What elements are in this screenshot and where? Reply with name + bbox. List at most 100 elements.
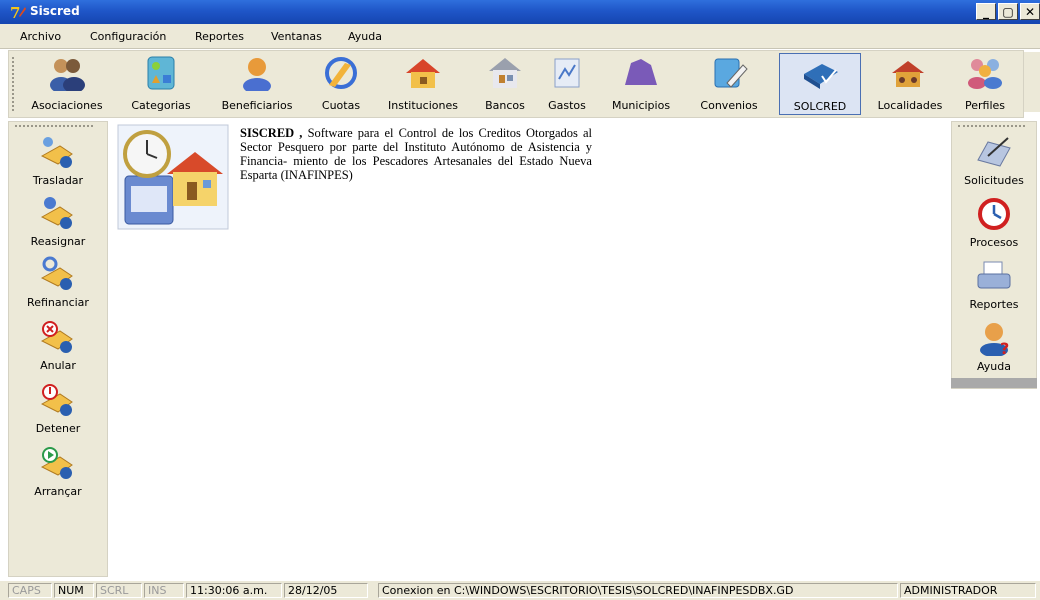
map-icon <box>625 59 657 85</box>
panel-label: Reportes <box>969 298 1019 311</box>
toolbar-perfiles-button[interactable]: Perfiles <box>955 53 1015 115</box>
quota-icon <box>325 57 357 89</box>
toolbar-gastos-button[interactable]: Gastos <box>539 53 595 115</box>
person-icon <box>243 58 271 91</box>
toolbar-bancos-button[interactable]: Bancos <box>475 53 535 115</box>
panel-label: Detener <box>35 422 81 435</box>
expenses-icon <box>554 58 580 88</box>
panel-reportes-button[interactable]: Reportes <box>952 258 1036 311</box>
help-icon: ? <box>980 323 1009 356</box>
panel-refinanciar-button[interactable]: Refinanciar <box>9 256 107 309</box>
status-scrl: SCRL <box>96 583 142 598</box>
toolbar-categorias-button[interactable]: Categorias <box>121 53 201 115</box>
svg-text:?: ? <box>1000 339 1009 356</box>
panel-detener-button[interactable]: Detener <box>9 382 107 435</box>
printer-icon <box>977 261 1011 289</box>
toolbar-asociaciones-button[interactable]: Asociaciones <box>23 53 111 115</box>
panel-label: Arrançar <box>34 485 82 498</box>
toolbar-label: Municipios <box>611 99 671 112</box>
profiles-icon <box>968 59 1002 89</box>
restore-icon: ▢ <box>1002 4 1014 19</box>
solcred-icon <box>804 64 838 89</box>
toolbar-label: SOLCRED <box>793 100 847 113</box>
toolbar-label: Asociaciones <box>31 99 103 112</box>
toolbar-grip[interactable] <box>12 57 17 111</box>
status-date: 28/12/05 <box>284 583 368 598</box>
panel-trasladar-button[interactable]: Trasladar <box>9 134 107 187</box>
minimize-button[interactable]: _ <box>976 3 996 20</box>
panel-label: Anular <box>40 359 76 372</box>
panel-reasignar-button[interactable]: Reasignar <box>9 195 107 248</box>
close-button[interactable]: ✕ <box>1020 3 1040 20</box>
right-action-panel: Solicitudes Procesos Reportes ? Ayuda <box>951 121 1037 389</box>
menu-ayuda[interactable]: Ayuda <box>348 30 382 43</box>
left-action-panel: Trasladar Reasignar Refinanciar Anular D… <box>8 121 108 577</box>
refinance-icon <box>40 256 73 290</box>
requests-icon <box>977 137 1011 167</box>
panel-anular-button[interactable]: Anular <box>9 319 107 372</box>
menu-configuracion[interactable]: Configuración <box>90 30 166 43</box>
title-bar[interactable]: 7 Siscred _ ▢ ✕ <box>0 0 1040 24</box>
minimize-icon: _ <box>983 4 989 19</box>
shapes-icon <box>147 56 175 90</box>
menu-bar: Archivo Configuración Reportes Ventanas … <box>0 24 1040 49</box>
panel-ayuda-button[interactable]: ? Ayuda <box>952 320 1036 373</box>
toolbar-label: Cuotas <box>321 99 361 112</box>
siscred-logo <box>117 124 229 230</box>
toolbar-scroll[interactable] <box>1024 52 1040 112</box>
panel-grip[interactable] <box>15 125 94 129</box>
stop-icon <box>40 384 73 416</box>
toolbar-label: Instituciones <box>388 99 458 112</box>
toolbar-cuotas-button[interactable]: Cuotas <box>311 53 371 115</box>
status-time: 11:30:06 a.m. <box>186 583 282 598</box>
status-connection: Conexion en C:\WINDOWS\ESCRITORIO\TESIS\… <box>378 583 898 598</box>
reassign-icon <box>40 197 73 229</box>
menu-reportes[interactable]: Reportes <box>195 30 244 43</box>
panel-grip[interactable] <box>958 125 1026 129</box>
toolbar-label: Convenios <box>700 99 758 112</box>
toolbar-localidades-button[interactable]: Localidades <box>869 53 951 115</box>
panel-label: Refinanciar <box>27 296 89 309</box>
close-icon: ✕ <box>1024 4 1036 19</box>
panel-arrancar-button[interactable]: Arrançar <box>9 445 107 498</box>
toolbar-label: Categorias <box>131 99 191 112</box>
menu-ventanas[interactable]: Ventanas <box>271 30 322 43</box>
village-icon <box>892 61 924 87</box>
right-panel-footer[interactable] <box>951 378 1037 388</box>
toolbar-convenios-button[interactable]: Convenios <box>689 53 769 115</box>
main-area <box>112 121 948 577</box>
status-user: ADMINISTRADOR <box>900 583 1036 598</box>
status-ins: INS <box>144 583 184 598</box>
status-bar: CAPS NUM SCRL INS 11:30:06 a.m. 28/12/05… <box>0 580 1040 600</box>
toolbar-label: Gastos <box>548 99 586 112</box>
clock-icon <box>978 198 1010 230</box>
about-text: SISCRED , Software para el Control de lo… <box>240 126 592 182</box>
window-title: Siscred <box>30 4 80 18</box>
svg-text:7: 7 <box>10 4 20 20</box>
toolbar-beneficiarios-button[interactable]: Beneficiarios <box>213 53 301 115</box>
users-icon <box>50 59 85 91</box>
agreement-icon <box>714 58 748 88</box>
panel-label: Reasignar <box>30 235 86 248</box>
main-toolbar: Asociaciones Categorias Beneficiarios Cu… <box>8 50 1024 118</box>
panel-label: Trasladar <box>32 174 84 187</box>
panel-solicitudes-button[interactable]: Solicitudes <box>952 134 1036 187</box>
panel-procesos-button[interactable]: Procesos <box>952 196 1036 249</box>
status-num: NUM <box>54 583 94 598</box>
bank-icon <box>489 58 521 88</box>
toolbar-solcred-button[interactable]: SOLCRED <box>779 53 861 115</box>
panel-label: Ayuda <box>977 360 1011 373</box>
app-name: SISCRED , <box>240 126 303 140</box>
maximize-button[interactable]: ▢ <box>998 3 1018 20</box>
toolbar-instituciones-button[interactable]: Instituciones <box>379 53 467 115</box>
toolbar-label: Beneficiarios <box>221 99 293 112</box>
toolbar-label: Bancos <box>485 99 525 112</box>
transfer-icon <box>40 137 73 168</box>
app-icon: 7 <box>10 4 26 20</box>
toolbar-municipios-button[interactable]: Municipios <box>601 53 681 115</box>
toolbar-label: Perfiles <box>964 99 1005 112</box>
status-caps: CAPS <box>8 583 52 598</box>
house-icon <box>406 59 440 88</box>
panel-label: Solicitudes <box>964 174 1024 187</box>
menu-archivo[interactable]: Archivo <box>20 30 61 43</box>
